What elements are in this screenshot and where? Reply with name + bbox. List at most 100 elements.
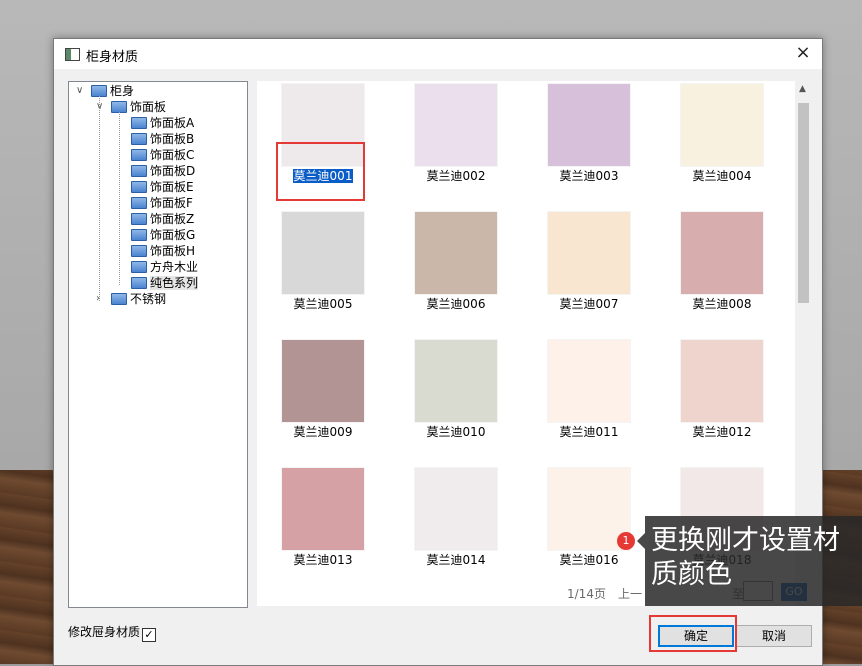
material-label: 莫兰迪007 <box>547 297 631 311</box>
tree-node-label: 饰面板E <box>150 180 194 194</box>
folder-icon <box>131 277 147 289</box>
folder-icon <box>131 245 147 257</box>
tree-node-child[interactable]: 饰面板D <box>131 163 195 179</box>
material-swatch[interactable] <box>547 339 631 423</box>
material-label-text: 莫兰迪005 <box>293 297 353 311</box>
material-item[interactable]: 莫兰迪006 <box>414 211 498 311</box>
tree-node-child[interactable]: 饰面板C <box>131 147 194 163</box>
material-label: 莫兰迪003 <box>547 169 631 183</box>
tree-node-label: 饰面板C <box>150 148 195 162</box>
folder-icon <box>111 293 127 305</box>
folder-icon <box>131 149 147 161</box>
material-swatch[interactable] <box>281 211 365 295</box>
material-label-text: 莫兰迪003 <box>559 169 619 183</box>
scroll-thumb[interactable] <box>798 103 809 303</box>
material-item[interactable]: 莫兰迪011 <box>547 339 631 439</box>
material-item[interactable]: 莫兰迪016 <box>547 467 631 567</box>
tree-node-child[interactable]: 饰面板B <box>131 131 194 147</box>
material-swatch[interactable] <box>281 339 365 423</box>
checkbox[interactable]: ✓ <box>142 628 157 642</box>
ok-highlight-box <box>649 615 737 652</box>
material-label-text: 莫兰迪006 <box>426 297 486 311</box>
material-label: 莫兰迪010 <box>414 425 498 439</box>
page-info: 1/14页 <box>567 587 606 601</box>
prev-page-link[interactable]: 上一 <box>618 585 642 602</box>
tree-node-label: 方舟木业 <box>150 260 199 274</box>
material-item[interactable]: 莫兰迪002 <box>414 83 498 183</box>
material-item[interactable]: 莫兰迪013 <box>281 467 365 567</box>
material-swatch[interactable] <box>414 83 498 167</box>
tree-guide-line <box>99 96 100 301</box>
expand-arrow-icon[interactable]: ∨ <box>76 83 83 99</box>
annotation-callout: 更换刚才设置材质颜色 <box>645 516 862 606</box>
material-label-text: 莫兰迪008 <box>692 297 752 311</box>
material-swatch[interactable] <box>680 211 764 295</box>
tree-node-label: 饰面板D <box>150 164 196 178</box>
folder-icon <box>131 229 147 241</box>
folder-icon <box>131 133 147 145</box>
tree-node-label: 饰面板F <box>150 196 193 210</box>
material-swatch[interactable] <box>414 339 498 423</box>
material-label-text: 莫兰迪007 <box>559 297 619 311</box>
material-item[interactable]: 莫兰迪014 <box>414 467 498 567</box>
material-swatch[interactable] <box>414 467 498 551</box>
tree-node-child[interactable]: 饰面板E <box>131 179 194 195</box>
tree-node-label: 柜身 <box>110 84 135 98</box>
material-item[interactable]: 莫兰迪003 <box>547 83 631 183</box>
tree-guide-line <box>119 112 120 285</box>
material-swatch[interactable] <box>547 83 631 167</box>
tree-node-child[interactable]: 饰面板F <box>131 195 193 211</box>
material-label-text: 莫兰迪009 <box>293 425 353 439</box>
tree-node-label: 不锈钢 <box>130 292 167 306</box>
tree-node-child[interactable]: 饰面板Z <box>131 211 194 227</box>
folder-icon <box>131 181 147 193</box>
material-label-text: 莫兰迪012 <box>692 425 752 439</box>
material-label: 莫兰迪002 <box>414 169 498 183</box>
material-label: 莫兰迪006 <box>414 297 498 311</box>
folder-icon <box>131 261 147 273</box>
material-label-text: 莫兰迪011 <box>559 425 619 439</box>
scroll-up-icon[interactable]: ▲ <box>799 84 806 94</box>
checkbox-label: 修改屉身材质 <box>68 625 141 639</box>
material-label-text: 莫兰迪016 <box>559 553 619 567</box>
tree-node-child[interactable]: 饰面板G <box>131 227 195 243</box>
material-item[interactable]: 莫兰迪009 <box>281 339 365 439</box>
tree-node-label: 饰面板Z <box>150 212 195 226</box>
material-item[interactable]: 莫兰迪012 <box>680 339 764 439</box>
material-item[interactable]: 莫兰迪004 <box>680 83 764 183</box>
material-label: 莫兰迪011 <box>547 425 631 439</box>
tree-node-child[interactable]: 方舟木业 <box>131 259 198 275</box>
material-label-text: 莫兰迪004 <box>692 169 752 183</box>
material-label: 莫兰迪005 <box>281 297 365 311</box>
material-label: 莫兰迪009 <box>281 425 365 439</box>
tree-node-label: 饰面板A <box>150 116 195 130</box>
material-label-text: 莫兰迪014 <box>426 553 486 567</box>
material-item[interactable]: 莫兰迪005 <box>281 211 365 311</box>
tree-node-label: 饰面板 <box>130 100 167 114</box>
tree-node-label: 饰面板H <box>150 244 196 258</box>
material-swatch[interactable] <box>547 211 631 295</box>
material-item[interactable]: 莫兰迪008 <box>680 211 764 311</box>
material-label: 莫兰迪016 <box>547 553 631 567</box>
tree-node-sibling[interactable]: › 不锈钢 <box>96 291 167 307</box>
material-swatch[interactable] <box>414 211 498 295</box>
tree-node-child[interactable]: 饰面板H <box>131 243 195 259</box>
modify-drawer-material[interactable]: 修改屉身材质 ✓ <box>68 623 157 642</box>
cancel-button[interactable]: 取消 <box>736 625 812 647</box>
material-swatch[interactable] <box>680 83 764 167</box>
close-button[interactable]: × <box>792 42 814 64</box>
tree-node-label: 饰面板B <box>150 132 195 146</box>
material-item[interactable]: 莫兰迪007 <box>547 211 631 311</box>
title-bar: 柜身材质 × <box>54 39 822 69</box>
tree-node-child[interactable]: 纯色系列 <box>131 275 199 291</box>
material-swatch[interactable] <box>281 467 365 551</box>
category-tree[interactable]: ∨ 柜身 ∨ 饰面板饰面板A 饰面板B 饰面板C 饰面板D 饰面板E 饰面板F 饰面板Z 饰面板G 饰… <box>68 81 248 608</box>
material-item[interactable]: 莫兰迪010 <box>414 339 498 439</box>
material-label: 莫兰迪013 <box>281 553 365 567</box>
material-label: 莫兰迪014 <box>414 553 498 567</box>
tree-node-root[interactable]: ∨ 柜身 <box>76 83 135 99</box>
tree-node-label: 纯色系列 <box>150 276 199 290</box>
tree-node-child[interactable]: 饰面板A <box>131 115 194 131</box>
step-badge: 1 <box>617 532 635 550</box>
material-swatch[interactable] <box>680 339 764 423</box>
